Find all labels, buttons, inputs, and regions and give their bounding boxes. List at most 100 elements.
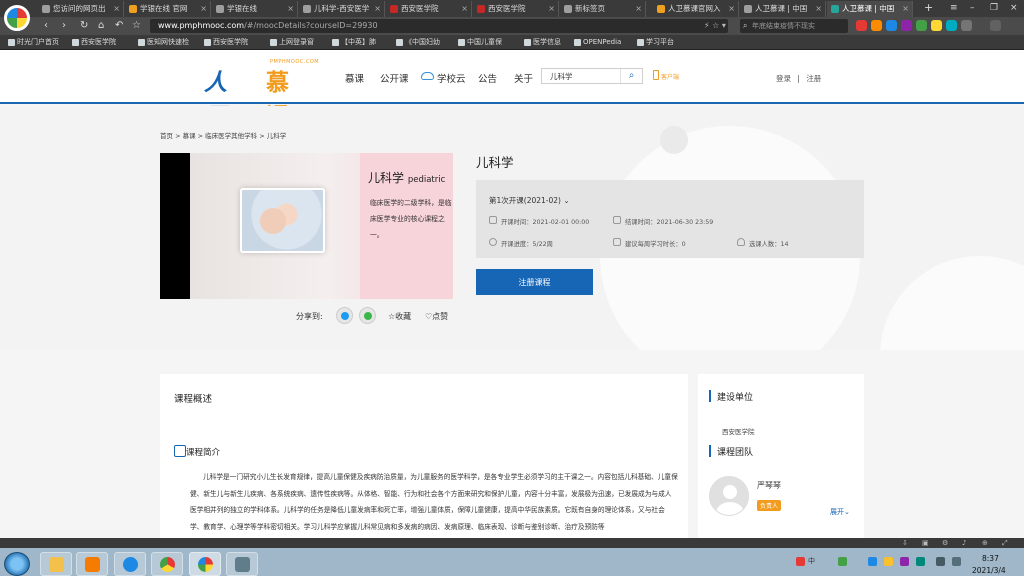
browser-tab[interactable]: 西安医学院 × <box>386 1 472 17</box>
nav-announcement[interactable]: 公告 <box>478 71 497 85</box>
tab-close-icon[interactable]: × <box>548 1 555 17</box>
tray-icon[interactable] <box>868 557 877 566</box>
start-button[interactable] <box>4 552 30 576</box>
capture-icon[interactable]: ▣ <box>922 539 929 547</box>
restore-icon[interactable]: ❐ <box>990 0 998 17</box>
browser-search-box[interactable]: ⌕ 年底结束疫情不现实 <box>740 19 848 33</box>
browser-tab[interactable]: 学银在线 官网 × <box>125 1 211 17</box>
bookmark-item[interactable]: OPENPedia <box>574 35 621 50</box>
tray-icon[interactable] <box>916 557 925 566</box>
term-select[interactable]: 第1次开课(2021-02) ⌄ <box>489 195 570 206</box>
extension-icon[interactable] <box>916 20 927 31</box>
bookmark-item[interactable]: 西安医学院 <box>204 35 248 50</box>
bookmark-item[interactable]: 【中英】肺 <box>332 35 376 50</box>
ime-icon[interactable] <box>796 557 805 566</box>
zoom-icon[interactable]: ⊕ <box>982 539 988 547</box>
share-wechat-icon[interactable] <box>359 307 376 324</box>
taskbar-app-player[interactable] <box>76 552 108 576</box>
extension-icon[interactable] <box>901 20 912 31</box>
volume-icon[interactable] <box>952 557 961 566</box>
extension-icon[interactable] <box>871 20 882 31</box>
tab-list-icon[interactable]: ≡ <box>950 0 958 17</box>
search-icon[interactable]: ⌕ <box>620 69 642 83</box>
expand-link[interactable]: 展开⌄ <box>830 507 850 517</box>
taskbar-app-explorer[interactable] <box>40 552 72 576</box>
favorite-button[interactable]: ☆收藏 <box>388 311 411 322</box>
sound-icon[interactable]: ♪ <box>962 539 966 547</box>
tray-icon[interactable] <box>838 557 847 566</box>
undo-icon[interactable]: ↶ <box>115 17 123 35</box>
extension-icon[interactable] <box>886 20 897 31</box>
nav-about[interactable]: 关于 <box>514 71 533 85</box>
settings-icon[interactable]: ⚙ <box>942 539 948 547</box>
ime-lang[interactable]: 中 <box>808 556 815 566</box>
bookmark-item[interactable]: 学习平台 <box>637 35 674 50</box>
extension-icon[interactable] <box>946 20 957 31</box>
back-icon[interactable]: ‹ <box>44 17 48 35</box>
tab-close-icon[interactable]: × <box>200 1 207 17</box>
tab-close-icon[interactable]: × <box>815 1 822 17</box>
browser-tab[interactable]: 人卫慕课官网入 × <box>653 1 739 17</box>
browser-tab[interactable]: 人卫慕课 | 中国 × <box>740 1 826 17</box>
tray-icon[interactable] <box>884 557 893 566</box>
taskbar-app-chrome[interactable] <box>151 552 183 576</box>
bookmark-item[interactable]: 西安医学院 <box>72 35 116 50</box>
register-link[interactable]: 注册 <box>806 74 821 83</box>
browser-tab[interactable]: 您访问的网页出 × <box>38 1 124 17</box>
nav-open-course[interactable]: 公开课 <box>380 71 409 85</box>
tab-close-icon[interactable]: × <box>635 1 642 17</box>
download-icon[interactable]: ⇩ <box>902 539 908 547</box>
extension-icon[interactable] <box>856 20 867 31</box>
extension-icon[interactable] <box>931 20 942 31</box>
browser-tab-active[interactable]: 人卫慕课 | 中国 × <box>827 1 913 17</box>
bookmark-item[interactable]: 上网登录窗 <box>270 35 314 50</box>
bookmark-item[interactable]: 医知网快速检 <box>138 35 189 50</box>
clock-date[interactable]: 2021/3/4 <box>972 566 1006 575</box>
tab-close-icon[interactable]: × <box>728 1 735 17</box>
menu-icon[interactable] <box>990 20 1001 31</box>
org-name[interactable]: 西安医学院 <box>722 426 755 436</box>
teacher-name[interactable]: 严琴琴 <box>757 480 781 491</box>
minimize-icon[interactable]: – <box>970 0 975 17</box>
tray-icon[interactable] <box>900 557 909 566</box>
url-bar[interactable]: www.pmphmooc.com/#/moocDetails?courseID=… <box>150 19 728 33</box>
new-tab-button[interactable]: + <box>924 1 933 15</box>
tab-close-icon[interactable]: × <box>461 1 468 17</box>
reload-icon[interactable]: ↻ <box>80 17 88 35</box>
bookmark-item[interactable]: 中国儿童保 <box>458 35 502 50</box>
url-tools-icon[interactable]: ⚡ ☆ ▾ <box>704 19 726 33</box>
tab-close-icon[interactable]: × <box>374 1 381 17</box>
avatar[interactable] <box>709 476 749 516</box>
bookmark-item[interactable]: 医学信息 <box>524 35 561 50</box>
breadcrumb[interactable]: 首页 > 慕课 > 临床医学其他学科 > 儿科学 <box>160 130 286 140</box>
login-link[interactable]: 登录 <box>776 74 791 83</box>
site-search-input[interactable] <box>542 69 620 83</box>
like-button[interactable]: ♡点赞 <box>425 311 448 322</box>
browser-tab[interactable]: 学银在线 × <box>212 1 298 17</box>
taskbar-app-browser-active[interactable] <box>189 552 221 576</box>
nav-mooc[interactable]: 慕课 <box>345 71 364 85</box>
network-icon[interactable] <box>936 557 945 566</box>
course-cover-image[interactable]: 儿科学 pediatric 临床医学的二级学科，是临床医学专业的核心课程之一。 <box>160 153 453 299</box>
tab-close-icon[interactable]: × <box>287 1 294 17</box>
tab-close-icon[interactable]: × <box>902 1 909 17</box>
browser-tab[interactable]: 新标签页 × <box>560 1 646 17</box>
share-qq-icon[interactable] <box>336 307 353 324</box>
fullscreen-icon[interactable]: ⤢ <box>1002 539 1008 548</box>
forward-icon[interactable]: › <box>62 17 66 35</box>
browser-logo-icon[interactable] <box>4 5 30 31</box>
taskbar-app[interactable] <box>226 552 258 576</box>
bookmark-item[interactable]: 时光门户首页 <box>8 35 59 50</box>
extension-icon[interactable] <box>961 20 972 31</box>
enroll-button[interactable]: 注册课程 <box>476 269 593 295</box>
close-window-icon[interactable]: × <box>1010 0 1018 17</box>
app-download-link[interactable]: 客户端 <box>653 70 679 81</box>
home-icon[interactable]: ⌂ <box>98 17 104 35</box>
clock-time[interactable]: 8:37 <box>982 554 999 563</box>
nav-school-cloud[interactable]: 学校云 <box>437 71 466 85</box>
bookmark-item[interactable]: 《中国妇幼 <box>396 35 440 50</box>
browser-tab[interactable]: 儿科学-西安医学 × <box>299 1 385 17</box>
browser-tab[interactable]: 西安医学院 × <box>473 1 559 17</box>
taskbar-app[interactable] <box>114 552 146 576</box>
tab-close-icon[interactable]: × <box>113 1 120 17</box>
